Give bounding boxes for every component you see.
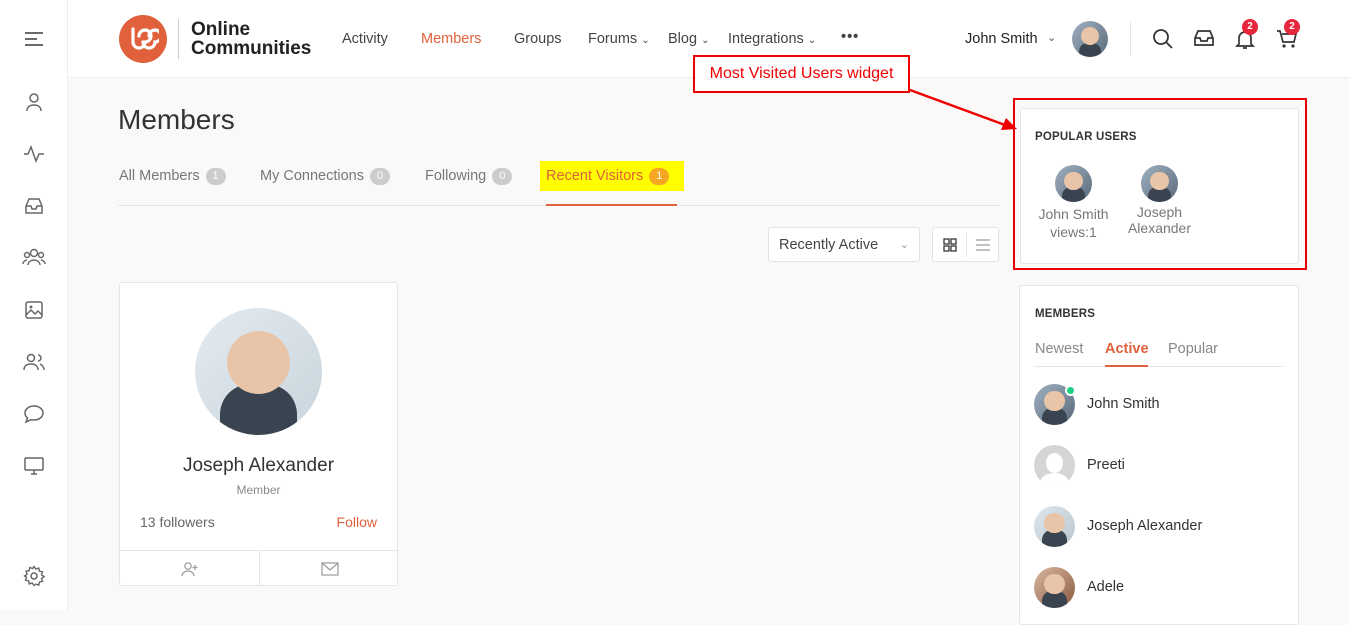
tab-count: 1 bbox=[649, 168, 670, 185]
chevron-down-icon: ⌄ bbox=[641, 35, 650, 46]
message-button[interactable] bbox=[260, 551, 399, 586]
followers-count: 13 followers bbox=[140, 514, 215, 530]
logo-divider bbox=[178, 19, 179, 59]
tab-label: Recent Visitors bbox=[546, 168, 644, 184]
mail-icon bbox=[320, 561, 339, 576]
search-icon[interactable] bbox=[1152, 28, 1174, 50]
connect-button[interactable] bbox=[120, 551, 259, 586]
members-tab-active[interactable]: Active bbox=[1105, 341, 1149, 357]
member-card: Joseph Alexander Member 13 followers Fol… bbox=[119, 282, 398, 586]
add-user-icon bbox=[180, 561, 197, 576]
groups-icon[interactable] bbox=[22, 245, 46, 269]
tab-label: My Connections bbox=[260, 168, 364, 184]
inbox-icon[interactable] bbox=[22, 194, 46, 218]
courses-icon[interactable] bbox=[22, 454, 46, 478]
members-tab-popular[interactable]: Popular bbox=[1168, 341, 1218, 357]
member-avatar[interactable] bbox=[195, 308, 322, 435]
member-avatar bbox=[1034, 566, 1075, 608]
tab-all-members[interactable]: All Members 1 bbox=[119, 168, 226, 185]
cart-badge: 2 bbox=[1284, 19, 1300, 35]
tab-count: 0 bbox=[369, 168, 390, 185]
member-avatar-placeholder bbox=[1034, 444, 1075, 486]
user-menu-name[interactable]: John Smith bbox=[965, 31, 1038, 47]
member-list-item[interactable]: Adele bbox=[1034, 566, 1124, 608]
page-title: Members bbox=[118, 104, 235, 135]
sort-select[interactable]: Recently Active ⌄ bbox=[768, 227, 920, 262]
tab-label: All Members bbox=[119, 168, 200, 184]
brand-text-line1: Online bbox=[191, 19, 251, 40]
nav-groups[interactable]: Groups bbox=[514, 31, 562, 47]
nav-blog-label: Blog bbox=[668, 31, 698, 47]
nav-members[interactable]: Members bbox=[421, 31, 481, 47]
member-name: John Smith bbox=[1087, 396, 1160, 412]
member-name: Adele bbox=[1087, 579, 1125, 595]
chevron-down-icon[interactable]: ⌄ bbox=[1047, 31, 1056, 44]
annotation-label: Most Visited Users widget bbox=[693, 55, 910, 93]
tab-following[interactable]: Following 0 bbox=[425, 168, 513, 185]
forums-icon[interactable] bbox=[22, 402, 46, 426]
settings-icon[interactable] bbox=[22, 564, 46, 588]
online-status-icon bbox=[1065, 384, 1076, 396]
view-toggle bbox=[932, 227, 999, 262]
nav-forums[interactable]: Forums ⌄ bbox=[588, 31, 650, 47]
tab-my-connections[interactable]: My Connections 0 bbox=[260, 168, 390, 185]
member-list-item[interactable]: John Smith bbox=[1034, 383, 1160, 425]
widget-title: MEMBERS bbox=[1035, 308, 1096, 320]
nav-more[interactable]: ••• bbox=[841, 29, 859, 45]
notification-badge: 2 bbox=[1242, 19, 1258, 35]
brand-logo-icon[interactable] bbox=[119, 15, 167, 63]
chevron-down-icon: ⌄ bbox=[807, 35, 817, 46]
user-avatar[interactable] bbox=[1072, 21, 1108, 57]
chevron-down-icon: ⌄ bbox=[899, 239, 909, 251]
nav-forums-label: Forums bbox=[588, 31, 638, 47]
left-sidebar bbox=[0, 0, 68, 610]
member-avatar bbox=[1034, 505, 1075, 547]
tab-count: 1 bbox=[205, 168, 226, 185]
grid-view-icon[interactable] bbox=[933, 228, 966, 261]
photos-icon[interactable] bbox=[22, 298, 46, 322]
list-view-icon[interactable] bbox=[967, 228, 999, 261]
tab-label: Following bbox=[425, 168, 487, 184]
activity-icon[interactable] bbox=[22, 142, 46, 166]
inbox-icon[interactable] bbox=[1193, 28, 1215, 50]
chevron-down-icon: ⌄ bbox=[701, 35, 710, 46]
members-tabs-divider bbox=[1035, 366, 1283, 367]
members-icon[interactable] bbox=[22, 350, 46, 374]
annotation-highlight-box bbox=[1013, 98, 1307, 270]
profile-icon[interactable] bbox=[22, 90, 46, 114]
brand-text-block: Online Communities bbox=[191, 20, 311, 58]
member-list-item[interactable]: Preeti bbox=[1034, 444, 1125, 486]
header-divider bbox=[1130, 22, 1131, 56]
active-tab-indicator bbox=[546, 204, 677, 206]
nav-activity[interactable]: Activity bbox=[342, 31, 388, 47]
tab-recent-visitors[interactable]: Recent Visitors 1 bbox=[540, 161, 684, 191]
follow-button[interactable]: Follow bbox=[337, 514, 377, 530]
nav-integrations[interactable]: Integrations ⌄ bbox=[728, 31, 816, 47]
member-name: Preeti bbox=[1087, 457, 1125, 473]
tab-count: 0 bbox=[492, 168, 513, 185]
sort-select-value: Recently Active bbox=[779, 237, 879, 253]
member-role: Member bbox=[236, 483, 281, 497]
nav-integrations-label: Integrations bbox=[728, 31, 804, 47]
nav-blog[interactable]: Blog ⌄ bbox=[668, 31, 709, 47]
members-tab-newest[interactable]: Newest bbox=[1035, 341, 1083, 357]
brand-text-line2: Communities bbox=[191, 38, 312, 59]
members-active-indicator bbox=[1105, 365, 1148, 367]
annotation-arrow-icon bbox=[909, 88, 1017, 130]
menu-icon[interactable] bbox=[22, 27, 46, 51]
member-list-item[interactable]: Joseph Alexander bbox=[1034, 505, 1202, 547]
member-name: Joseph Alexander bbox=[1087, 518, 1203, 534]
member-name[interactable]: Joseph Alexander bbox=[120, 455, 397, 477]
